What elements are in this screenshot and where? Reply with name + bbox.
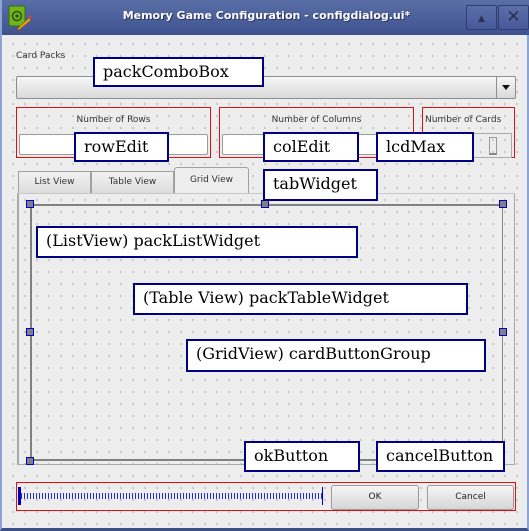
- callout-pack-list-widget: (ListView) packListWidget: [36, 226, 358, 258]
- resize-handle-top[interactable]: [261, 200, 269, 208]
- rows-group-label: Number of Rows: [76, 115, 151, 125]
- callout-card-button-group: (GridView) cardButtonGroup: [186, 339, 486, 372]
- callout-cancel-button: cancelButton: [376, 441, 505, 472]
- cards-group-label: Number of Cards: [425, 115, 502, 125]
- title-bar[interactable]: Memory Game Configuration - configdialog…: [2, 0, 529, 35]
- designer-dialog-window: Memory Game Configuration - configdialog…: [0, 0, 529, 531]
- callout-pack-combo-box: packComboBox: [93, 57, 264, 87]
- callout-ok-button: okButton: [244, 441, 360, 472]
- resize-handle-top-left[interactable]: [26, 200, 34, 208]
- close-icon: ✕: [506, 7, 521, 27]
- columns-group-label: Number of Columns: [271, 115, 362, 125]
- combo-dropdown-button[interactable]: [496, 77, 515, 98]
- close-button[interactable]: ✕: [498, 5, 529, 30]
- lcd-digit: [489, 137, 497, 155]
- shade-button[interactable]: ▲: [466, 5, 497, 30]
- resize-handle-top-right[interactable]: [499, 200, 507, 208]
- resize-handle-right[interactable]: [499, 328, 507, 336]
- callout-lcd-max: lcdMax: [376, 132, 474, 162]
- resize-handle-left[interactable]: [26, 328, 34, 336]
- tab-list-view[interactable]: List View: [18, 171, 91, 193]
- tab-grid-view[interactable]: Grid View: [174, 167, 249, 193]
- ok-button[interactable]: OK: [331, 485, 419, 510]
- callout-pack-table-widget: (Table View) packTableWidget: [133, 283, 468, 315]
- shade-up-icon: ▲: [478, 14, 485, 24]
- resize-handle-bottom-left[interactable]: [26, 457, 34, 465]
- callout-tab-widget: tabWidget: [263, 169, 378, 201]
- card-packs-label: Card Packs: [16, 51, 66, 61]
- chevron-down-icon: [502, 85, 510, 90]
- horizontal-spacer[interactable]: [18, 487, 323, 505]
- button-row: OK Cancel: [16, 482, 516, 511]
- callout-col-edit: colEdit: [263, 132, 359, 162]
- window-title: Memory Game Configuration - configdialog…: [122, 9, 411, 22]
- pack-combo-box[interactable]: [16, 76, 516, 99]
- callout-row-edit: rowEdit: [74, 132, 169, 162]
- tab-table-view[interactable]: Table View: [91, 171, 174, 193]
- cancel-button[interactable]: Cancel: [427, 485, 514, 510]
